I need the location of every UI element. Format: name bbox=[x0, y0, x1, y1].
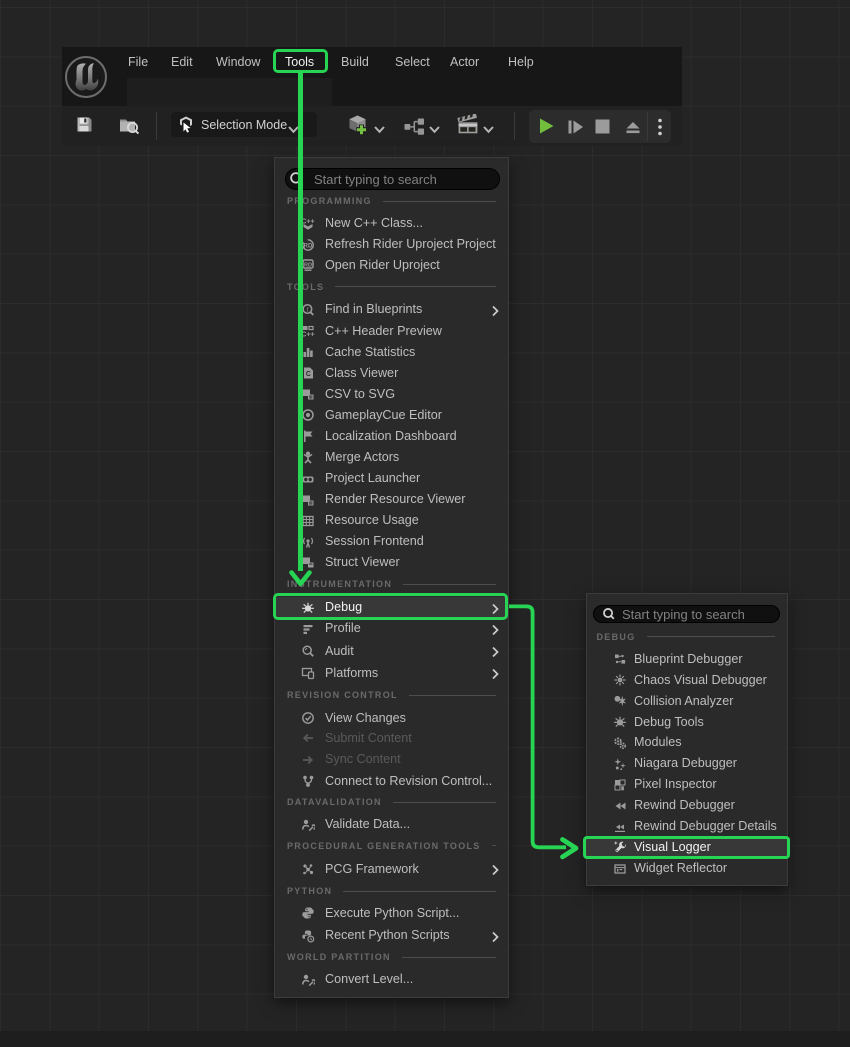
svg-text:C++: C++ bbox=[301, 218, 314, 225]
svg-text:RD: RD bbox=[304, 243, 313, 249]
svg-text:C++: C++ bbox=[301, 332, 314, 339]
svg-text:RD: RD bbox=[304, 263, 312, 269]
svg-text:C: C bbox=[306, 371, 311, 378]
